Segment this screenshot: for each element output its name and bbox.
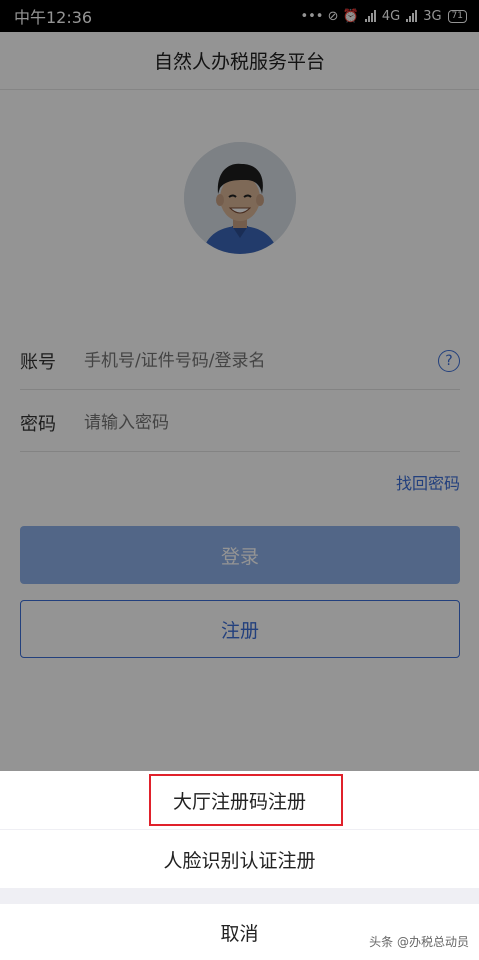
watermark: 头条 @办税总动员	[369, 935, 469, 949]
cancel-button[interactable]: 取消	[0, 904, 479, 960]
face-auth-register-option[interactable]: 人脸识别认证注册	[0, 830, 479, 888]
action-sheet: 大厅注册码注册 人脸识别认证注册 取消	[0, 771, 479, 960]
hall-code-register-option[interactable]: 大厅注册码注册	[0, 771, 479, 829]
